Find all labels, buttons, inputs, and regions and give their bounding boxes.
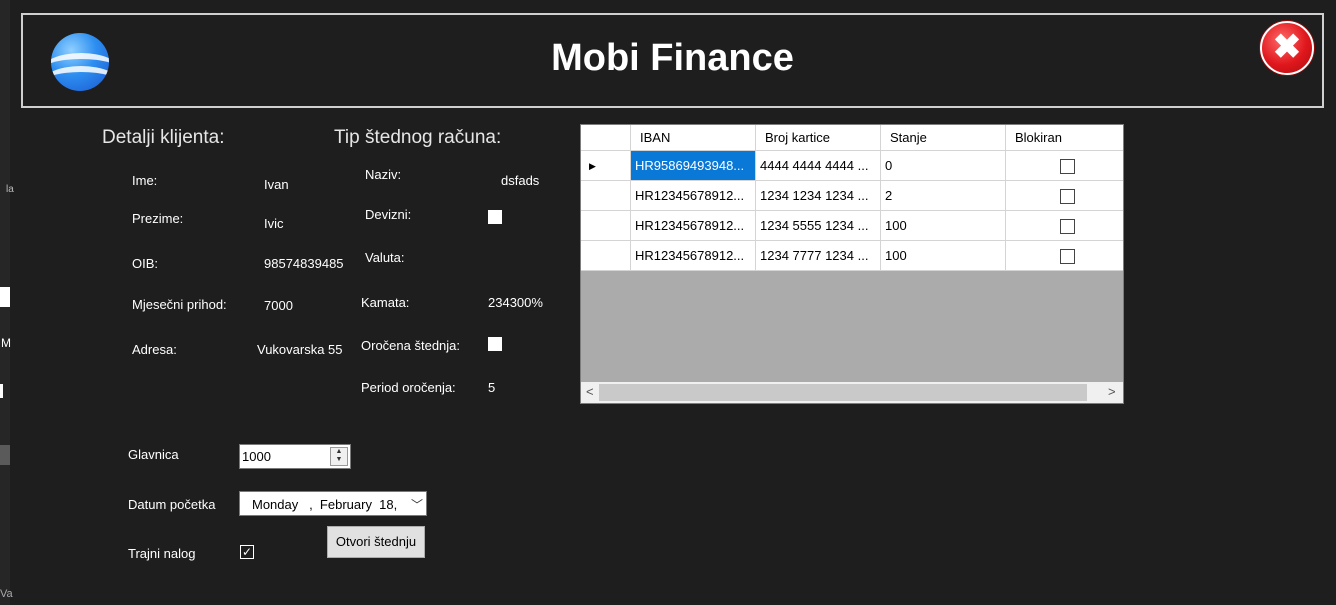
account-type-heading: Tip štednog računa: xyxy=(334,127,502,148)
glavnica-stepper[interactable]: ▲ ▼ xyxy=(239,444,351,469)
spin-down-icon[interactable]: ▼ xyxy=(331,456,347,464)
grid-header: IBAN Broj kartice Stanje Blokiran xyxy=(581,125,1123,151)
cell-iban[interactable]: HR12345678912... xyxy=(631,211,756,241)
client-income-label: Mjesečni prihod: xyxy=(132,297,227,312)
table-row[interactable]: ▶ HR95869493948... 4444 4444 4444 ... 0 xyxy=(581,151,1123,181)
table-row[interactable]: HR12345678912... 1234 7777 1234 ... 100 xyxy=(581,241,1123,271)
kamata-label: Kamata: xyxy=(361,295,410,310)
row-header[interactable] xyxy=(581,241,631,271)
close-icon[interactable]: ✖ xyxy=(1260,21,1314,75)
table-row[interactable]: HR12345678912... 1234 1234 1234 ... 2 xyxy=(581,181,1123,211)
client-surname-value: Ivic xyxy=(264,216,284,231)
naziv-label: Naziv: xyxy=(365,167,402,182)
client-address-value: Vukovarska 55 xyxy=(257,342,343,357)
blocked-checkbox[interactable] xyxy=(1060,249,1075,264)
period-value: 5 xyxy=(488,380,496,395)
title-bar: Mobi Finance ✖ xyxy=(21,13,1324,108)
grid-corner xyxy=(581,125,631,151)
blocked-checkbox[interactable] xyxy=(1060,219,1075,234)
app-title: Mobi Finance xyxy=(551,37,794,79)
column-header-blocked[interactable]: Blokiran xyxy=(1006,125,1123,151)
accounts-grid[interactable]: IBAN Broj kartice Stanje Blokiran ▶ HR95… xyxy=(580,124,1124,404)
horizontal-scrollbar[interactable]: < > xyxy=(581,382,1123,403)
valuta-label: Valuta: xyxy=(365,250,405,265)
edge-box-3 xyxy=(0,445,10,465)
cell-blocked[interactable] xyxy=(1006,241,1123,271)
cell-balance[interactable]: 2 xyxy=(881,181,1006,211)
open-savings-button[interactable]: Otvori štednju xyxy=(327,526,425,558)
cell-card[interactable]: 1234 5555 1234 ... xyxy=(756,211,881,241)
kamata-value: 234300% xyxy=(488,295,543,310)
cell-blocked[interactable] xyxy=(1006,211,1123,241)
glavnica-spinner[interactable]: ▲ ▼ xyxy=(330,447,348,466)
client-details-heading: Detalji klijenta: xyxy=(102,127,225,148)
client-surname-label: Prezime: xyxy=(132,211,184,226)
devizni-checkbox[interactable] xyxy=(488,210,502,224)
row-header[interactable] xyxy=(581,181,631,211)
row-header[interactable] xyxy=(581,211,631,241)
datum-label: Datum početka xyxy=(128,497,216,512)
client-oib-label: OIB: xyxy=(132,256,159,271)
glavnica-input[interactable] xyxy=(242,448,328,465)
cell-card[interactable]: 1234 1234 1234 ... xyxy=(756,181,881,211)
client-name-value: Ivan xyxy=(264,177,289,192)
client-address-label: Adresa: xyxy=(132,342,177,357)
edge-text-2: M xyxy=(1,336,11,350)
column-header-card[interactable]: Broj kartice xyxy=(756,125,881,151)
cell-card[interactable]: 1234 7777 1234 ... xyxy=(756,241,881,271)
spin-up-icon[interactable]: ▲ xyxy=(331,448,347,456)
chevron-down-icon[interactable]: ﹀ xyxy=(411,496,423,513)
start-date-picker[interactable]: Monday , February 18, ﹀ xyxy=(239,491,427,516)
period-label: Period oročenja: xyxy=(361,380,456,395)
scroll-thumb[interactable] xyxy=(599,384,1087,401)
cell-balance[interactable]: 0 xyxy=(881,151,1006,181)
cell-iban[interactable]: HR12345678912... xyxy=(631,181,756,211)
cell-blocked[interactable] xyxy=(1006,151,1123,181)
trajni-checkbox[interactable]: ✓ xyxy=(240,545,254,559)
column-header-iban[interactable]: IBAN xyxy=(631,125,756,151)
cell-balance[interactable]: 100 xyxy=(881,211,1006,241)
orocena-checkbox[interactable] xyxy=(488,337,502,351)
column-header-balance[interactable]: Stanje xyxy=(881,125,1006,151)
devizni-label: Devizni: xyxy=(365,207,412,222)
cell-blocked[interactable] xyxy=(1006,181,1123,211)
trajni-label: Trajni nalog xyxy=(128,546,196,561)
cell-iban[interactable]: HR12345678912... xyxy=(631,241,756,271)
cell-card[interactable]: 4444 4444 4444 ... xyxy=(756,151,881,181)
edge-box-2 xyxy=(0,384,3,398)
glavnica-label: Glavnica xyxy=(128,447,179,462)
naziv-value: dsfads xyxy=(501,173,540,188)
scroll-left-icon[interactable]: < xyxy=(586,384,594,399)
edge-text-1: la xyxy=(6,184,14,195)
row-header[interactable]: ▶ xyxy=(581,151,631,181)
client-name-label: Ime: xyxy=(132,173,158,188)
edge-text-3: Va xyxy=(0,588,13,600)
cell-iban[interactable]: HR95869493948... xyxy=(631,151,756,181)
start-date-value: Monday , February 18, xyxy=(252,497,398,512)
client-oib-value: 98574839485 xyxy=(264,256,344,271)
cell-balance[interactable]: 100 xyxy=(881,241,1006,271)
blocked-checkbox[interactable] xyxy=(1060,189,1075,204)
blocked-checkbox[interactable] xyxy=(1060,159,1075,174)
client-income-value: 7000 xyxy=(264,298,293,313)
edge-box-1 xyxy=(0,287,10,307)
scroll-right-icon[interactable]: > xyxy=(1108,384,1116,399)
orocena-label: Oročena štednja: xyxy=(361,338,461,353)
table-row[interactable]: HR12345678912... 1234 5555 1234 ... 100 xyxy=(581,211,1123,241)
